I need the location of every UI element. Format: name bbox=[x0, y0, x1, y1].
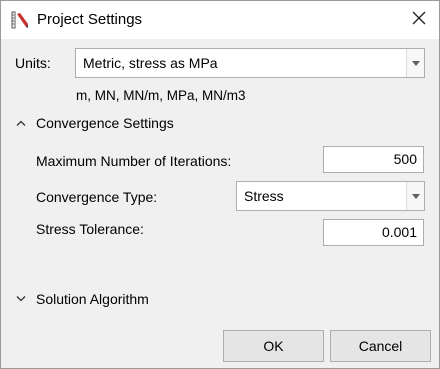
units-label: Units: bbox=[15, 55, 51, 71]
close-button[interactable] bbox=[399, 1, 439, 39]
stress-tolerance-input[interactable]: 0.001 bbox=[323, 219, 424, 246]
chevron-down-icon bbox=[14, 292, 28, 306]
chevron-up-icon bbox=[14, 116, 28, 130]
units-selected-value: Metric, stress as MPa bbox=[83, 55, 218, 71]
chevron-down-icon bbox=[406, 49, 424, 77]
solution-algorithm-header[interactable]: Solution Algorithm bbox=[14, 291, 149, 307]
ok-button[interactable]: OK bbox=[223, 330, 324, 362]
max-iterations-label: Maximum Number of Iterations: bbox=[36, 153, 232, 169]
project-settings-dialog: Project Settings Units: Metric, stress a… bbox=[0, 0, 440, 369]
solution-algorithm-title: Solution Algorithm bbox=[36, 291, 149, 307]
window-title: Project Settings bbox=[37, 11, 143, 28]
dialog-content: Units: Metric, stress as MPa m, MN, MN/m… bbox=[1, 39, 439, 368]
units-summary: m, MN, MN/m, MPa, MN/m3 bbox=[76, 88, 246, 103]
title-bar: Project Settings bbox=[1, 1, 439, 39]
close-icon bbox=[412, 11, 426, 30]
cancel-button[interactable]: Cancel bbox=[330, 330, 431, 362]
convergence-type-selected-value: Stress bbox=[244, 188, 284, 204]
convergence-settings-header[interactable]: Convergence Settings bbox=[14, 115, 174, 131]
max-iterations-input[interactable]: 500 bbox=[323, 146, 424, 173]
ruler-pencil-icon bbox=[11, 11, 29, 29]
convergence-type-dropdown[interactable]: Stress bbox=[236, 181, 425, 211]
convergence-type-label: Convergence Type: bbox=[36, 189, 158, 205]
chevron-down-icon bbox=[406, 182, 424, 210]
stress-tolerance-label: Stress Tolerance: bbox=[36, 221, 144, 237]
units-dropdown[interactable]: Metric, stress as MPa bbox=[75, 48, 425, 78]
convergence-settings-title: Convergence Settings bbox=[36, 115, 174, 131]
